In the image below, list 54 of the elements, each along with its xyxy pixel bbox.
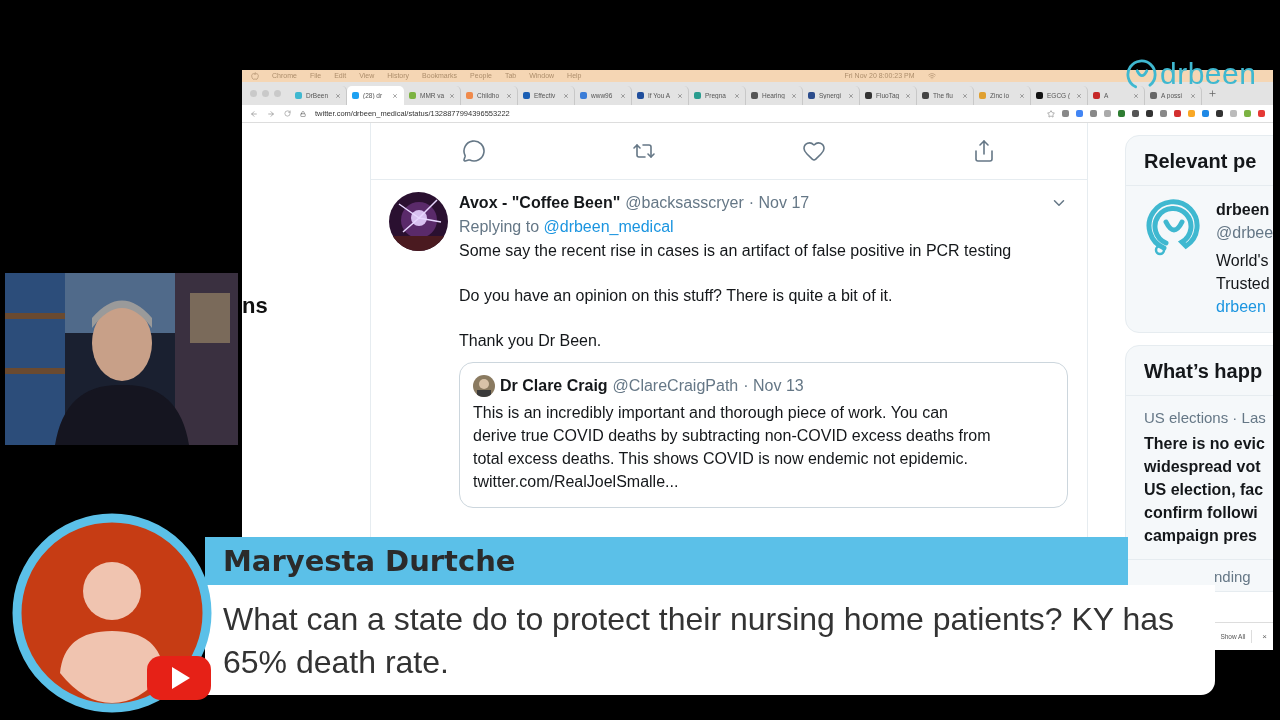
trend-headline: There is no evic widespread vot US election, fac confirm followi campaign pres bbox=[1144, 434, 1266, 546]
heart-icon[interactable] bbox=[802, 139, 826, 163]
quote-date: · Nov 13 bbox=[743, 376, 804, 396]
bookmark-star-icon[interactable] bbox=[1047, 109, 1055, 118]
share-icon[interactable] bbox=[972, 139, 996, 163]
quote-author-handle: @ClareCraigPath bbox=[612, 376, 739, 396]
close-icon[interactable] bbox=[905, 92, 911, 99]
cut-off-text: ns bbox=[242, 293, 269, 319]
quote-author-name: Dr Clare Craig bbox=[500, 376, 608, 396]
mention-link[interactable]: @drbeen_medical bbox=[543, 218, 674, 235]
new-tab-icon[interactable] bbox=[1208, 89, 1217, 98]
chat-author: Maryesta Durtche bbox=[223, 544, 516, 578]
tweet-text: Do you have an opinion on this stuff? There is quite a bit of it. bbox=[459, 286, 894, 306]
quote-text: This is an incredibly important and thorough piece of work. You can derive true COVID deaths by subtracting non-COVID excess deaths from total excess deaths. This shows COVID is now endemic not epidemic. twitter.com/RealJoelSmalle... bbox=[473, 403, 992, 492]
tweet-text: Some say the recent rise in cases is an artifact of false positive in PCR testing bbox=[459, 241, 1013, 261]
close-icon[interactable] bbox=[335, 92, 341, 99]
close-icon[interactable] bbox=[449, 92, 455, 99]
card-title: Relevant pe bbox=[1126, 136, 1273, 186]
wifi-icon[interactable] bbox=[927, 72, 936, 80]
tweet-text: Thank you Dr Been. bbox=[459, 331, 603, 351]
tweet-date[interactable]: · Nov 17 bbox=[748, 192, 810, 214]
close-icon[interactable] bbox=[734, 92, 740, 99]
close-icon[interactable] bbox=[1019, 92, 1025, 99]
reply-icon[interactable] bbox=[462, 139, 486, 163]
person-handle[interactable]: @drbee bbox=[1216, 221, 1273, 244]
close-icon[interactable] bbox=[677, 92, 683, 99]
close-icon[interactable] bbox=[392, 92, 398, 99]
author-handle[interactable]: @backsasscryer bbox=[625, 192, 744, 214]
close-icon[interactable] bbox=[563, 92, 569, 99]
chat-message: What can a state do to protect their nursing home patients? KY has 65% death rate. bbox=[223, 600, 1176, 682]
close-button[interactable]: × bbox=[1262, 632, 1267, 641]
trend-topic: US elections · Las bbox=[1144, 408, 1267, 428]
close-icon[interactable] bbox=[1190, 92, 1196, 99]
card-title: What’s happ bbox=[1126, 346, 1273, 396]
person-name[interactable]: drbeen bbox=[1216, 198, 1273, 221]
close-icon[interactable] bbox=[1076, 92, 1082, 99]
reload-icon[interactable] bbox=[284, 110, 291, 117]
close-icon[interactable] bbox=[848, 92, 854, 99]
author-name[interactable]: Avox - "Coffee Been" bbox=[459, 192, 621, 214]
replying-label: Replying to bbox=[459, 218, 540, 235]
back-icon[interactable] bbox=[250, 109, 258, 118]
forward-icon[interactable] bbox=[267, 109, 275, 118]
close-icon[interactable] bbox=[620, 92, 626, 99]
close-icon[interactable] bbox=[1133, 92, 1139, 99]
apple-icon[interactable] bbox=[251, 72, 259, 80]
close-icon[interactable] bbox=[506, 92, 512, 99]
person-bio: World's Trusted bbox=[1216, 251, 1271, 294]
stethoscope-icon bbox=[1126, 58, 1158, 90]
stethoscope-icon[interactable] bbox=[1146, 198, 1202, 256]
lock-icon bbox=[300, 110, 306, 117]
close-icon[interactable] bbox=[962, 92, 968, 99]
trend-topic: nding bbox=[1214, 568, 1251, 585]
quoted-tweet[interactable] bbox=[459, 362, 1068, 508]
close-icon[interactable] bbox=[791, 92, 797, 99]
